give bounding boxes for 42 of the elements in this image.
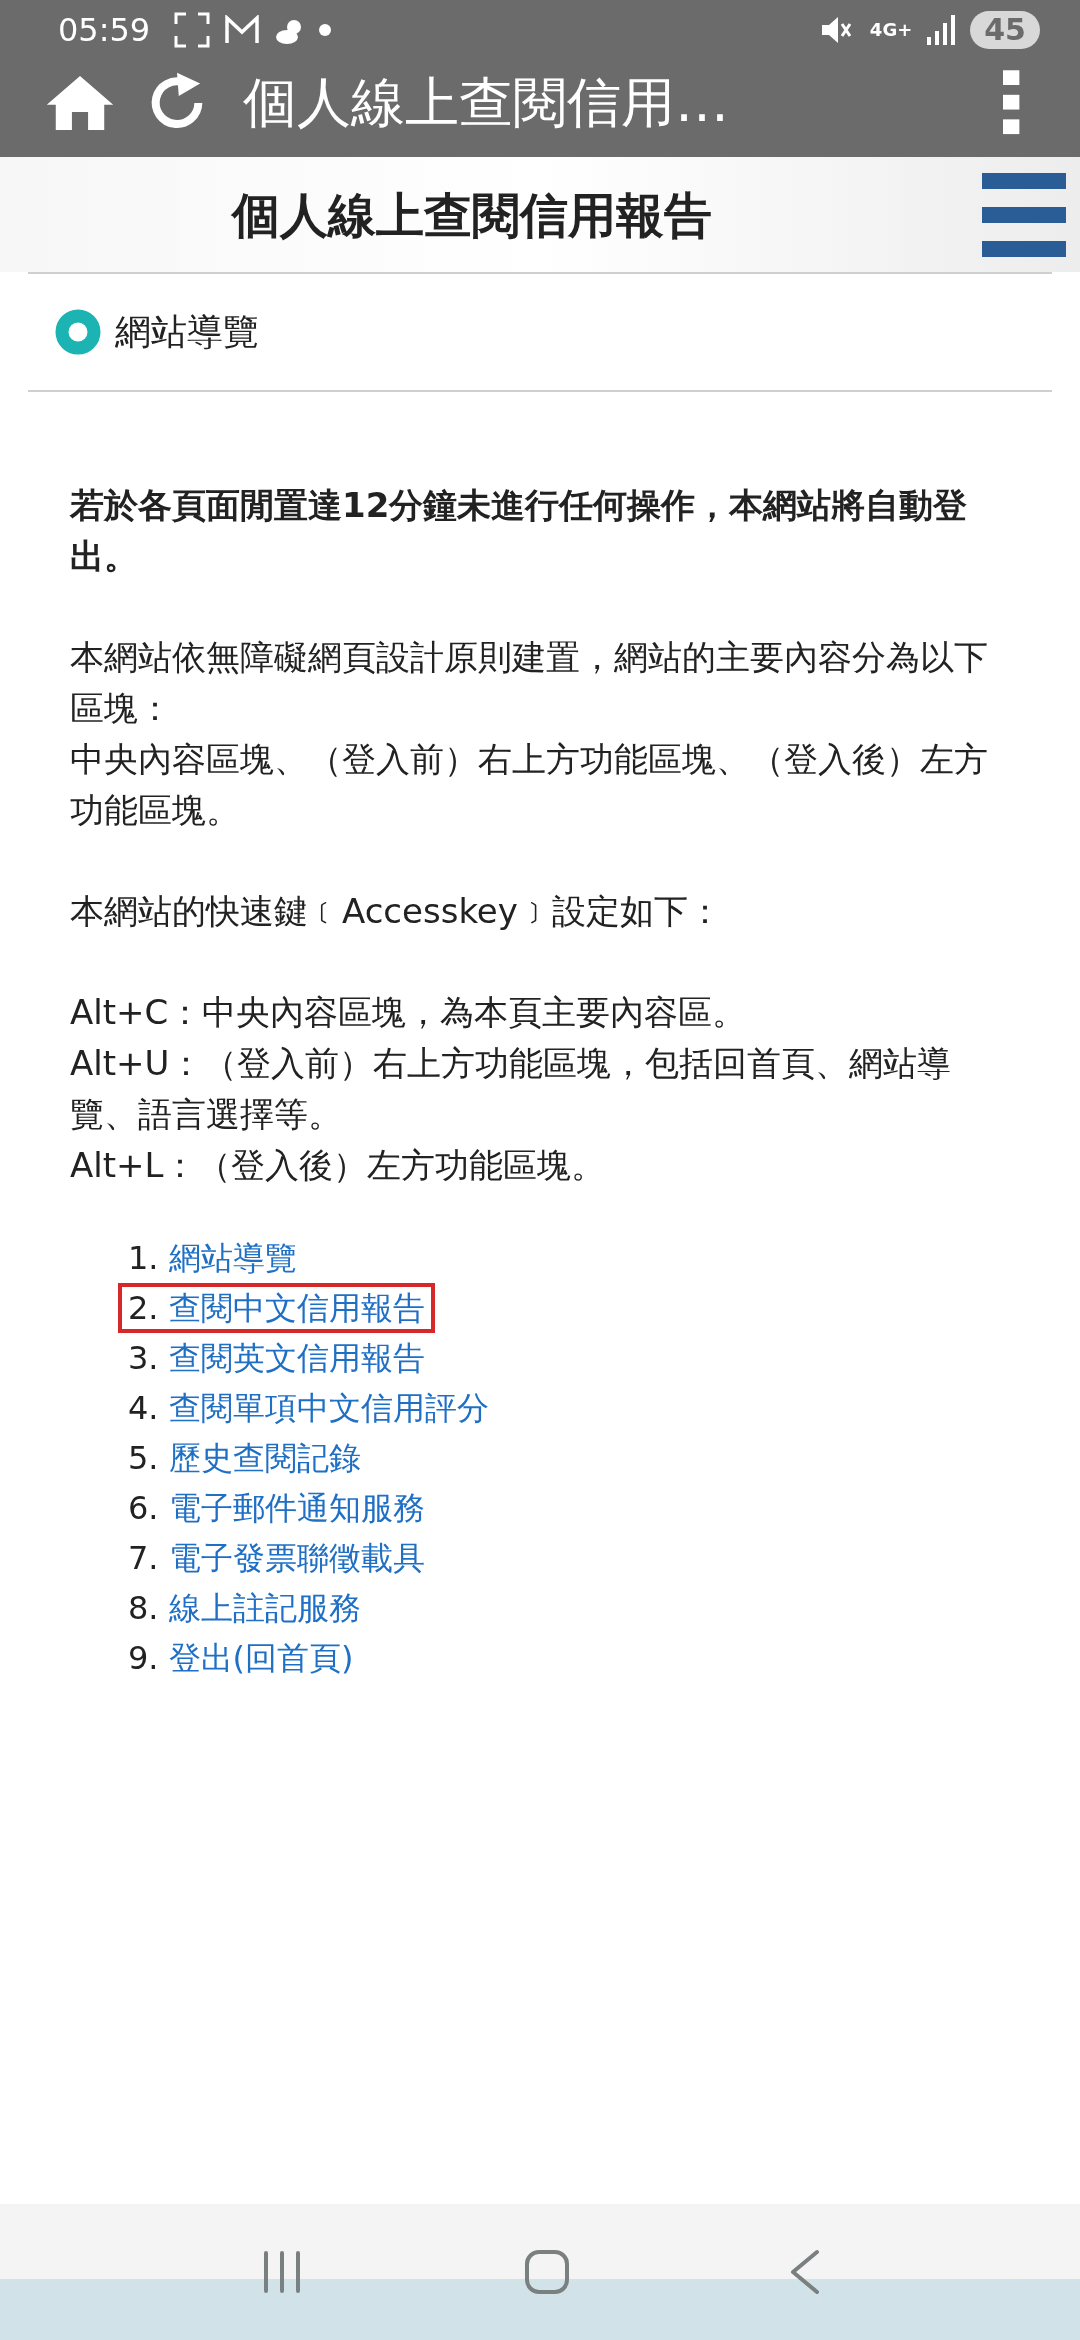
info-text: Alt+L：（登入後）左方功能區塊。 xyxy=(70,1144,607,1187)
page-title: 個人線上查閱信用報告 xyxy=(232,185,712,245)
info-text: 中央內容區塊、（登入前）右上方功能區塊、（登入後）左方功能區塊。 xyxy=(70,738,989,832)
nav-link[interactable]: 登出(回首頁) xyxy=(168,1634,354,1682)
status-time: 05:59 xyxy=(58,10,151,50)
list-number: 8. xyxy=(128,1588,159,1629)
list-number: 5. xyxy=(128,1438,159,1479)
nav-link[interactable]: 網站導覽 xyxy=(168,1234,297,1282)
list-number: 7. xyxy=(128,1538,159,1579)
screenshot-icon xyxy=(174,12,211,48)
nav-link[interactable]: 歷史查閱記錄 xyxy=(168,1434,361,1482)
network-type: 4G+ xyxy=(869,21,913,39)
info-text: 本網站依無障礙網頁設計原則建置，網站的主要內容分為以下區塊： xyxy=(70,636,989,730)
info-text: Alt+C：中央內容區塊，為本頁主要內容區。 xyxy=(70,991,748,1034)
more-options-icon[interactable] xyxy=(1003,69,1021,136)
signal-icon xyxy=(926,15,957,45)
nav-link[interactable]: 查閱單項中文信用評分 xyxy=(168,1384,489,1432)
nav-link[interactable]: 線上註記服務 xyxy=(168,1584,361,1632)
list-number: 1. xyxy=(128,1238,159,1279)
list-number: 2. xyxy=(128,1288,159,1329)
info-text: 若於各頁面閒置達12分鐘未進行任何操作，本網站將自動登出。 xyxy=(70,484,969,578)
dot-icon xyxy=(318,23,333,37)
mute-icon xyxy=(819,14,852,46)
back-icon[interactable] xyxy=(790,2249,820,2295)
nav-link[interactable]: 電子發票聯徵載具 xyxy=(168,1534,425,1582)
nav-link[interactable]: 查閱英文信用報告 xyxy=(168,1334,425,1382)
mail-icon xyxy=(224,15,261,45)
list-number: 6. xyxy=(128,1488,159,1529)
info-text: 本網站的快速鍵﹝Accesskey﹞設定如下： xyxy=(70,890,723,933)
ring-icon xyxy=(55,309,101,355)
list-number: 9. xyxy=(128,1638,159,1679)
home-icon[interactable] xyxy=(45,73,115,132)
menu-icon[interactable] xyxy=(982,172,1066,257)
list-number: 4. xyxy=(128,1388,159,1429)
battery-level: 45 xyxy=(970,11,1040,49)
info-text: Alt+U：（登入前）右上方功能區塊，包括回首頁、網站導覽、語言選擇等。 xyxy=(70,1042,953,1136)
nav-link[interactable]: 電子郵件通知服務 xyxy=(168,1484,425,1532)
home-button-icon[interactable] xyxy=(524,2249,570,2295)
list-number: 3. xyxy=(128,1338,159,1379)
breadcrumb-link[interactable]: 網站導覽 xyxy=(115,305,259,359)
nav-link[interactable]: 查閱中文信用報告 xyxy=(168,1284,425,1332)
app-bar-title: 個人線上查閱信用… xyxy=(243,70,729,136)
